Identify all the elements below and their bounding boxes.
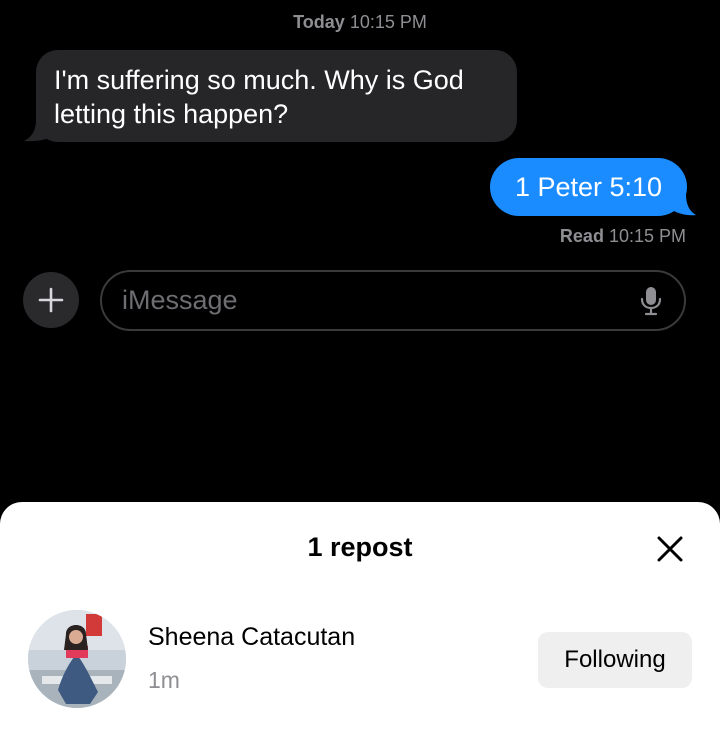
repost-time: 1m [148, 667, 180, 693]
close-icon[interactable] [656, 535, 684, 563]
imessage-field[interactable] [100, 270, 686, 331]
avatar-photo [28, 610, 126, 708]
add-attachment-button[interactable] [23, 272, 79, 328]
avatar[interactable] [28, 610, 126, 708]
user-name[interactable]: Sheena Catacutan [148, 623, 355, 652]
reposts-sheet: 1 repost Sheena Catacutan 1m Following [0, 502, 720, 741]
incoming-message-bubble[interactable]: I'm suffering so much. Why is God lettin… [36, 50, 517, 142]
outgoing-message-text: 1 Peter 5:10 [514, 172, 663, 202]
read-time: 10:15 PM [608, 226, 686, 246]
imessage-input[interactable] [122, 272, 622, 329]
messages-screen: Today 10:15 PM I'm suffering so much. Wh… [0, 0, 720, 741]
following-button[interactable]: Following [538, 632, 692, 688]
read-label: Read [559, 226, 604, 246]
incoming-message-text: I'm suffering so much. Why is God lettin… [54, 65, 464, 129]
read-receipt: Read 10:15 PM [560, 226, 686, 247]
microphone-icon[interactable] [640, 286, 662, 316]
plus-icon [38, 287, 64, 313]
outgoing-message-bubble[interactable]: 1 Peter 5:10 [490, 158, 687, 216]
timestamp-day: Today [293, 12, 345, 32]
timestamp-time: 10:15 PM [349, 12, 427, 32]
conversation-timestamp: Today 10:15 PM [0, 12, 720, 33]
sheet-title: 1 repost [307, 532, 413, 562]
